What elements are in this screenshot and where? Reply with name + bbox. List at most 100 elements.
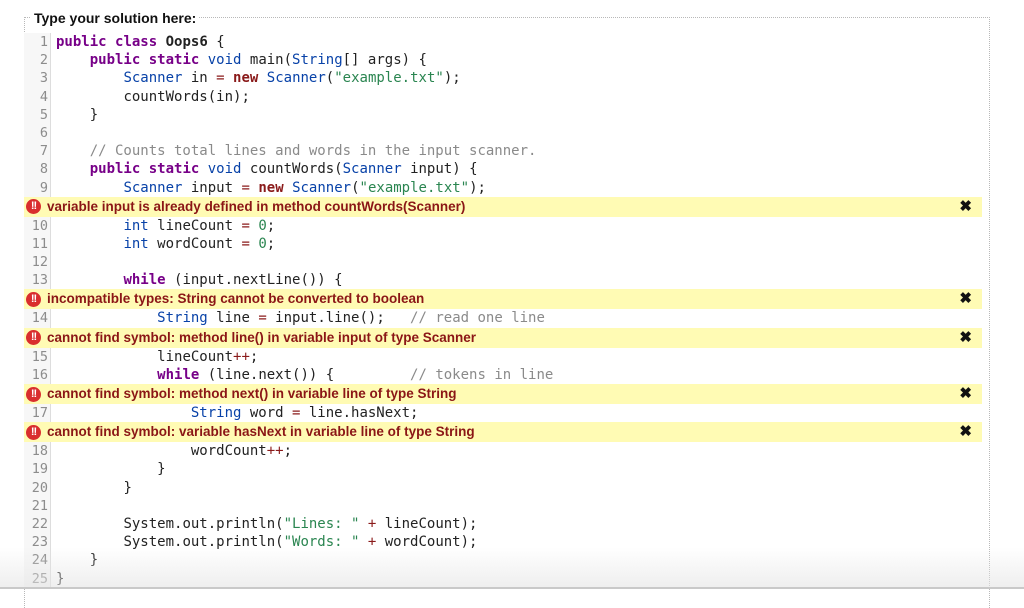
code-text[interactable]: }	[51, 479, 132, 497]
code-line[interactable]: 24 }	[24, 551, 982, 570]
code-text[interactable]: }	[51, 460, 165, 478]
line-number: 8	[24, 160, 51, 179]
code-line[interactable]: 1 public class Oops6 {	[24, 33, 982, 52]
code-text[interactable]: public class Oops6 {	[51, 33, 225, 51]
code-line[interactable]: 25 }	[24, 569, 982, 588]
code-token: // Counts total lines and words in the i…	[89, 143, 537, 160]
code-line[interactable]: 22 System.out.println("Lines: " + lineCo…	[24, 514, 982, 534]
code-token: "example.txt"	[359, 179, 470, 196]
code-text[interactable]: countWords(in);	[51, 88, 250, 106]
close-icon[interactable]: ✖	[959, 328, 972, 348]
code-text[interactable]: // Counts total lines and words in the i…	[51, 142, 537, 160]
code-line[interactable]: 2 public static void main(String[] args)…	[24, 51, 982, 70]
code-text[interactable]: System.out.println("Words: " + wordCount…	[51, 533, 477, 551]
code-text[interactable]: }	[51, 106, 98, 124]
code-token: }	[123, 479, 132, 496]
code-token: // read one line	[410, 310, 545, 327]
close-icon[interactable]: ✖	[959, 384, 972, 404]
code-line[interactable]: 11 int wordCount = 0;	[24, 234, 982, 254]
error-message: !! variable input is already defined in …	[24, 196, 982, 217]
code-text[interactable]: int wordCount = 0;	[51, 235, 275, 253]
code-line[interactable]: 14 String line = input.line(); // read o…	[24, 309, 982, 328]
code-token: 0	[258, 235, 267, 252]
code-token: wordCount	[148, 235, 242, 252]
code-token: wordCount	[190, 443, 267, 460]
code-token: (line.next()) {	[199, 366, 411, 383]
code-token: (input.nextLine()) {	[165, 272, 343, 289]
code-token: public	[89, 161, 141, 178]
code-line[interactable]: 5 }	[24, 105, 982, 124]
code-token: class	[115, 34, 158, 50]
line-number: 18	[24, 442, 51, 461]
code-token: line.hasNext;	[300, 405, 419, 421]
code-line[interactable]: 18 wordCount++;	[24, 442, 982, 461]
code-token: countWords(in);	[123, 88, 250, 105]
code-token: int	[123, 235, 149, 252]
error-icon: !!	[26, 291, 41, 307]
code-token: input.line();	[266, 310, 411, 327]
code-text[interactable]: String word = line.hasNext;	[51, 404, 419, 422]
code-text[interactable]: int lineCount = 0;	[51, 217, 275, 235]
close-icon[interactable]: ✖	[959, 289, 972, 309]
code-line[interactable]: 7 // Counts total lines and words in the…	[24, 142, 982, 161]
line-number: 1	[24, 33, 51, 52]
code-text[interactable]: public static void countWords(Scanner in…	[51, 160, 478, 178]
code-token: // tokens in line	[410, 366, 554, 383]
code-text[interactable]: }	[51, 551, 98, 569]
code-token: lineCount	[148, 217, 242, 234]
code-editor[interactable]: 1 public class Oops6 { 2 public static v…	[24, 33, 982, 588]
code-line[interactable]: 20 }	[24, 478, 982, 497]
code-line[interactable]: 19 }	[24, 460, 982, 479]
code-line[interactable]: 21	[24, 496, 982, 515]
code-line[interactable]: 8 public static void countWords(Scanner …	[24, 160, 982, 179]
line-number: 2	[24, 51, 51, 70]
line-number: 16	[24, 365, 51, 384]
line-number: 22	[24, 514, 51, 534]
code-line[interactable]: 9 Scanner input = new Scanner("example.t…	[24, 178, 982, 197]
code-token: void	[207, 52, 242, 69]
code-text[interactable]: System.out.println("Lines: " + lineCount…	[51, 515, 477, 533]
code-line[interactable]: 10 int lineCount = 0;	[24, 216, 982, 235]
code-text[interactable]	[51, 497, 56, 515]
line-number: 4	[24, 87, 51, 106]
line-number: 15	[24, 347, 51, 366]
code-text[interactable]: }	[51, 570, 64, 588]
code-text[interactable]: Scanner in = new Scanner("example.txt");	[51, 69, 460, 87]
error-icon: !!	[26, 386, 41, 402]
code-line[interactable]: 3 Scanner in = new Scanner("example.txt"…	[24, 69, 982, 88]
code-token: new	[233, 70, 259, 87]
code-line[interactable]: 13 while (input.nextLine()) {	[24, 271, 982, 290]
code-text[interactable]: wordCount++;	[51, 442, 292, 460]
code-text[interactable]: while (input.nextLine()) {	[51, 271, 343, 289]
code-token: ++	[266, 443, 284, 460]
line-number: 23	[24, 533, 51, 552]
code-text[interactable]: Scanner input = new Scanner("example.txt…	[51, 179, 486, 197]
error-message: !! incompatible types: String cannot be …	[24, 289, 982, 310]
close-icon[interactable]: ✖	[959, 422, 972, 442]
code-token: Scanner	[123, 179, 183, 196]
code-line[interactable]: 6	[24, 123, 982, 143]
code-text[interactable]: public static void main(String[] args) {	[51, 51, 427, 69]
code-text[interactable]	[51, 124, 56, 142]
code-text[interactable]: while (line.next()) { // tokens in line	[51, 366, 553, 384]
code-line[interactable]: 17 String word = line.hasNext;	[24, 404, 982, 423]
error-message: !! cannot find symbol: variable hasNext …	[24, 422, 982, 443]
code-token: [] args) {	[342, 52, 427, 69]
code-text[interactable]: lineCount++;	[51, 348, 258, 366]
code-token: countWords(	[241, 161, 343, 178]
line-number: 5	[24, 105, 51, 124]
code-token: =	[216, 70, 225, 87]
code-text[interactable]	[51, 253, 56, 271]
code-line[interactable]: 12	[24, 253, 982, 272]
code-token: Scanner	[342, 161, 402, 178]
code-line[interactable]: 4 countWords(in);	[24, 87, 982, 106]
close-icon[interactable]: ✖	[959, 197, 972, 217]
code-line[interactable]: 16 while (line.next()) { // tokens in li…	[24, 365, 982, 384]
code-line[interactable]: 23 System.out.println("Words: " + wordCo…	[24, 533, 982, 552]
code-token: }	[89, 552, 99, 569]
code-line[interactable]: 15 lineCount++;	[24, 347, 982, 366]
line-number: 24	[24, 551, 51, 570]
line-number: 13	[24, 271, 51, 290]
line-number: 3	[24, 69, 51, 88]
code-text[interactable]: String line = input.line(); // read one …	[51, 309, 545, 327]
